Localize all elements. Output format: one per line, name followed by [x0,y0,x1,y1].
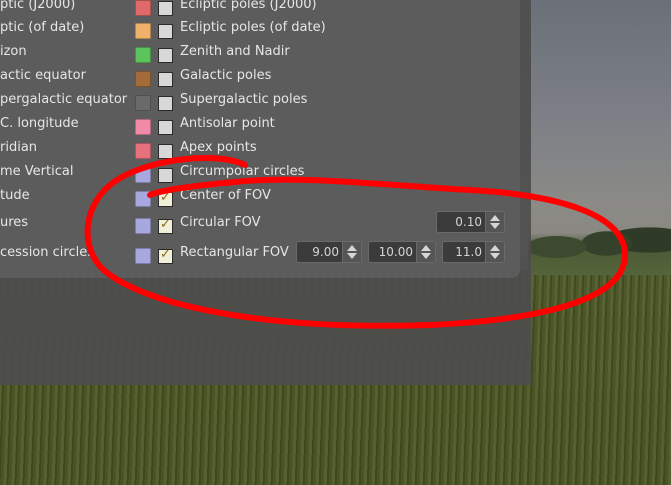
rect-fov-width-spinbox-value[interactable]: 9.00 [312,245,339,259]
checkbox-circumpolar-circles[interactable] [158,168,173,183]
left-label-ecliptic-longitude: C. longitude [0,116,79,131]
label-zenith-nadir: Zenith and Nadir [180,44,290,59]
label-ecliptic-poles-of-date: Ecliptic poles (of date) [180,20,326,35]
tree-line [528,205,671,275]
color-swatch-circumpolar-circles[interactable] [135,167,151,183]
rect-fov-height-spinbox-value[interactable]: 10.00 [379,245,413,259]
spin-arrows[interactable] [342,242,361,262]
spin-up-icon[interactable] [490,215,500,221]
left-label-altitude: tude [0,188,30,203]
checkbox-apex-points[interactable] [158,144,173,159]
rect-fov-width-spinbox[interactable]: 9.00 [296,241,362,263]
checkbox-center-of-fov[interactable]: ✓ [158,190,173,207]
checkbox-ecliptic-poles-of-date[interactable] [158,24,173,39]
label-rectangular-fov: Rectangular FOV [180,245,289,260]
color-swatch-circular-fov[interactable] [135,218,151,234]
rect-fov-height-spinbox[interactable]: 10.00 [368,241,436,263]
color-swatch-apex-points[interactable] [135,143,151,159]
label-apex-points: Apex points [180,140,257,155]
checkbox-zenith-nadir[interactable] [158,48,173,63]
checkbox-rectangular-fov[interactable]: ✓ [158,247,173,264]
spin-down-icon[interactable] [490,253,500,259]
label-ecliptic-poles-j2000: Ecliptic poles (J2000) [180,0,317,12]
spin-down-icon[interactable] [421,253,431,259]
circular-fov-spinbox[interactable]: 0.10 [436,211,505,233]
rect-fov-rotation-spinbox-value[interactable]: 11.0 [455,245,482,259]
checkbox-antisolar-point[interactable] [158,120,173,135]
spin-down-icon[interactable] [347,253,357,259]
spin-arrows[interactable] [416,242,435,262]
rect-fov-rotation-spinbox[interactable]: 11.0 [442,241,505,263]
left-label-ecliptic-of-date: ptic (of date) [0,20,85,35]
left-label-ecliptic-j2000: ptic (J2000) [0,0,76,12]
spin-arrows[interactable] [485,212,504,232]
circular-fov-spinbox-value[interactable]: 0.10 [455,215,482,229]
label-circumpolar-circles: Circumpolar circles [180,164,305,179]
marking-row-antisolar-point: C. longitude Antisolar point [0,116,520,145]
checkbox-ecliptic-poles-j2000[interactable] [158,1,173,16]
color-swatch-zenith-nadir[interactable] [135,47,151,63]
label-circular-fov: Circular FOV [180,215,261,230]
label-supergalactic-poles: Supergalactic poles [180,92,308,107]
checkbox-circular-fov[interactable]: ✓ [158,217,173,234]
left-label-horizon: izon [0,44,27,59]
left-label-prime-vertical: me Vertical [0,164,74,179]
color-swatch-galactic-poles[interactable] [135,71,151,87]
color-swatch-ecliptic-poles-of-date[interactable] [135,23,151,39]
checkmark-icon: ✓ [160,190,171,205]
checkmark-icon: ✓ [160,247,171,262]
left-label-meridian: ridian [0,140,38,155]
left-label-supergalactic-equator: pergalactic equator [0,92,128,107]
spin-up-icon[interactable] [490,245,500,251]
left-label-galactic-equator: actic equator [0,68,86,83]
label-antisolar-point: Antisolar point [180,116,275,131]
left-label-fov-center: ures [0,215,29,230]
label-center-of-fov: Center of FOV [180,188,271,203]
color-swatch-ecliptic-poles-j2000[interactable] [135,0,151,16]
spin-down-icon[interactable] [490,223,500,229]
checkbox-supergalactic-poles[interactable] [158,96,173,111]
color-swatch-supergalactic-poles[interactable] [135,95,151,111]
spin-arrows[interactable] [485,242,504,262]
spin-up-icon[interactable] [347,245,357,251]
label-galactic-poles: Galactic poles [180,68,272,83]
spin-up-icon[interactable] [421,245,431,251]
left-label-precession-circles: cession circles [0,245,94,260]
color-swatch-antisolar-point[interactable] [135,119,151,135]
checkmark-icon: ✓ [160,217,171,232]
checkbox-galactic-poles[interactable] [158,72,173,87]
color-swatch-center-of-fov[interactable] [135,191,151,207]
color-swatch-rectangular-fov[interactable] [135,248,151,264]
